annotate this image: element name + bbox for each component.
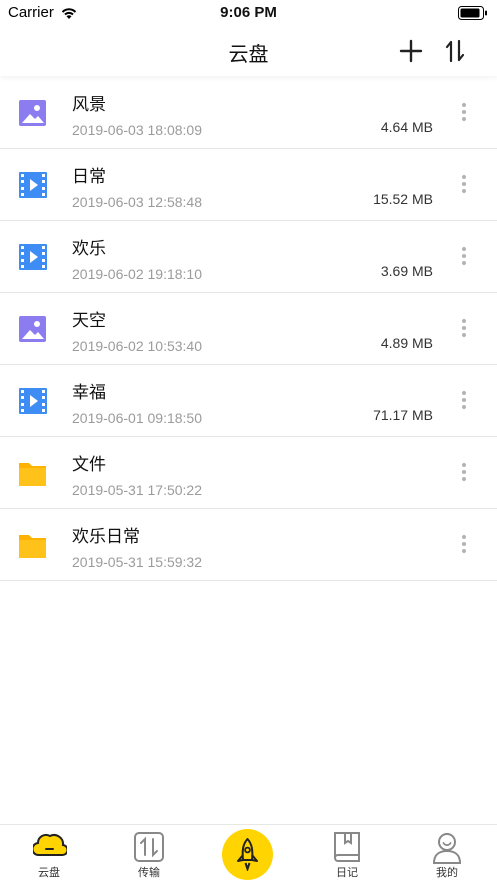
folder-icon: [18, 530, 48, 560]
file-size: 4.89 MB: [380, 335, 433, 351]
file-row[interactable]: 文件 2019-05-31 17:50:22: [0, 437, 497, 509]
video-icon: [18, 242, 48, 272]
tab-label: 云盘: [38, 866, 60, 879]
file-name: 幸福: [72, 383, 106, 403]
cloud-icon: [33, 833, 67, 856]
file-date: 2019-05-31 17:50:22: [72, 482, 202, 498]
file-name: 欢乐: [72, 239, 106, 259]
file-name: 天空: [72, 311, 106, 331]
transfer-icon: [134, 832, 164, 862]
file-name: 文件: [72, 455, 106, 475]
status-bar: Carrier 9:06 PM: [0, 0, 497, 26]
tab-transfer[interactable]: 传输: [109, 825, 189, 883]
file-date: 2019-06-02 10:53:40: [72, 338, 202, 354]
nav-bar: 云盘: [0, 26, 497, 76]
diary-icon: [334, 832, 360, 862]
file-row[interactable]: 欢乐 2019-06-02 19:18:10 3.69 MB: [0, 221, 497, 293]
more-options-icon[interactable]: [455, 533, 473, 557]
file-row[interactable]: 风景 2019-06-03 18:08:09 4.64 MB: [0, 77, 497, 149]
more-options-icon[interactable]: [455, 389, 473, 413]
video-icon: [18, 170, 48, 200]
file-date: 2019-06-03 18:08:09: [72, 122, 202, 138]
file-date: 2019-06-02 19:18:10: [72, 266, 202, 282]
file-name: 欢乐日常: [72, 527, 140, 547]
rocket-button[interactable]: [222, 829, 273, 880]
file-name: 风景: [72, 95, 106, 115]
sort-icon: [445, 39, 465, 63]
clock: 9:06 PM: [220, 4, 277, 21]
more-options-icon[interactable]: [455, 101, 473, 125]
tab-profile[interactable]: 我的: [407, 825, 487, 883]
profile-icon: [432, 833, 462, 864]
sort-button[interactable]: [441, 37, 469, 65]
tab-label: 我的: [436, 866, 458, 879]
file-date: 2019-06-03 12:58:48: [72, 194, 202, 210]
tab-diary[interactable]: 日记: [307, 825, 387, 883]
tab-bar: 云盘 传输 日记 我的: [0, 824, 497, 883]
more-options-icon[interactable]: [455, 245, 473, 269]
tab-label: 传输: [138, 866, 160, 879]
add-button[interactable]: [398, 38, 424, 64]
image-icon: [18, 98, 48, 128]
file-row[interactable]: 幸福 2019-06-01 09:18:50 71.17 MB: [0, 365, 497, 437]
more-options-icon[interactable]: [455, 317, 473, 341]
file-row[interactable]: 欢乐日常 2019-05-31 15:59:32: [0, 509, 497, 581]
file-row[interactable]: 天空 2019-06-02 10:53:40 4.89 MB: [0, 293, 497, 365]
video-icon: [18, 386, 48, 416]
image-icon: [18, 314, 48, 344]
file-date: 2019-05-31 15:59:32: [72, 554, 202, 570]
rocket-icon: [237, 838, 258, 871]
folder-icon: [18, 458, 48, 488]
tab-cloud[interactable]: 云盘: [9, 825, 89, 883]
tab-label: 日记: [336, 866, 358, 879]
more-options-icon[interactable]: [455, 173, 473, 197]
file-name: 日常: [72, 167, 106, 187]
file-date: 2019-06-01 09:18:50: [72, 410, 202, 426]
file-size: 4.64 MB: [380, 119, 433, 135]
more-options-icon[interactable]: [455, 461, 473, 485]
file-row[interactable]: 日常 2019-06-03 12:58:48 15.52 MB: [0, 149, 497, 221]
file-list: 风景 2019-06-03 18:08:09 4.64 MB 日常 2019-0…: [0, 77, 497, 581]
plus-icon: [399, 39, 423, 63]
file-size: 15.52 MB: [373, 191, 433, 207]
file-size: 71.17 MB: [373, 407, 433, 423]
file-size: 3.69 MB: [380, 263, 433, 279]
battery-icon: [458, 5, 488, 24]
